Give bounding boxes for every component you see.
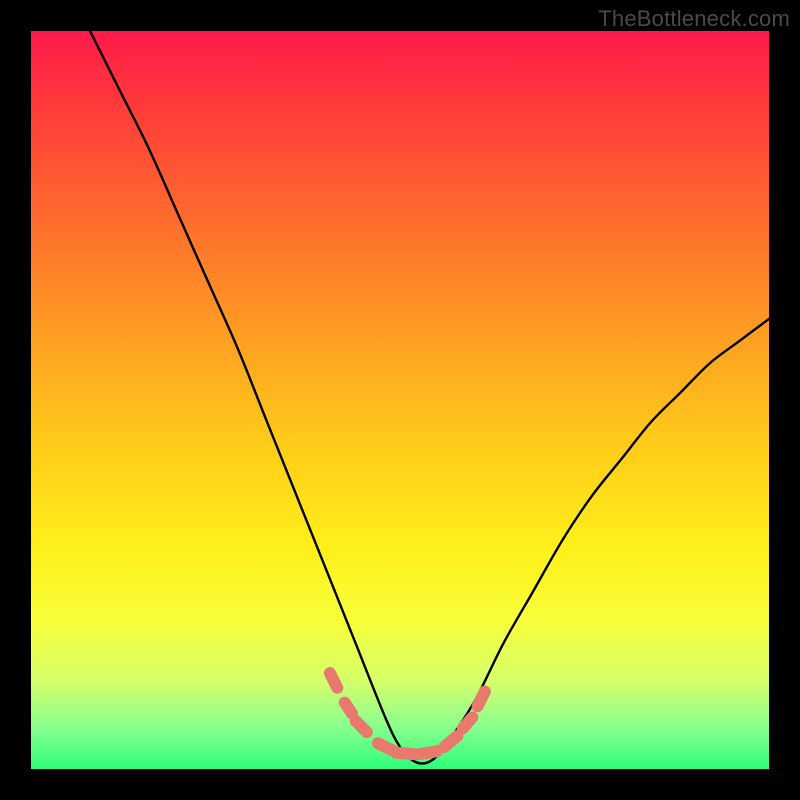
curve-marker-segment bbox=[378, 743, 393, 750]
plot-area bbox=[31, 31, 769, 769]
curve-marker-segment bbox=[345, 703, 352, 714]
curve-marker-segment bbox=[463, 717, 473, 728]
curve-marker-segment bbox=[330, 673, 337, 688]
curve-markers bbox=[330, 673, 485, 754]
curve-marker-segment bbox=[356, 721, 367, 732]
curve-marker-segment bbox=[396, 753, 414, 754]
chart-frame: TheBottleneck.com bbox=[0, 0, 800, 800]
curve-marker-segment bbox=[477, 692, 484, 707]
curve-marker-segment bbox=[444, 736, 457, 747]
curve-svg bbox=[31, 31, 769, 769]
bottleneck-curve bbox=[90, 31, 769, 763]
curve-marker-segment bbox=[418, 751, 436, 754]
watermark-text: TheBottleneck.com bbox=[598, 6, 790, 32]
